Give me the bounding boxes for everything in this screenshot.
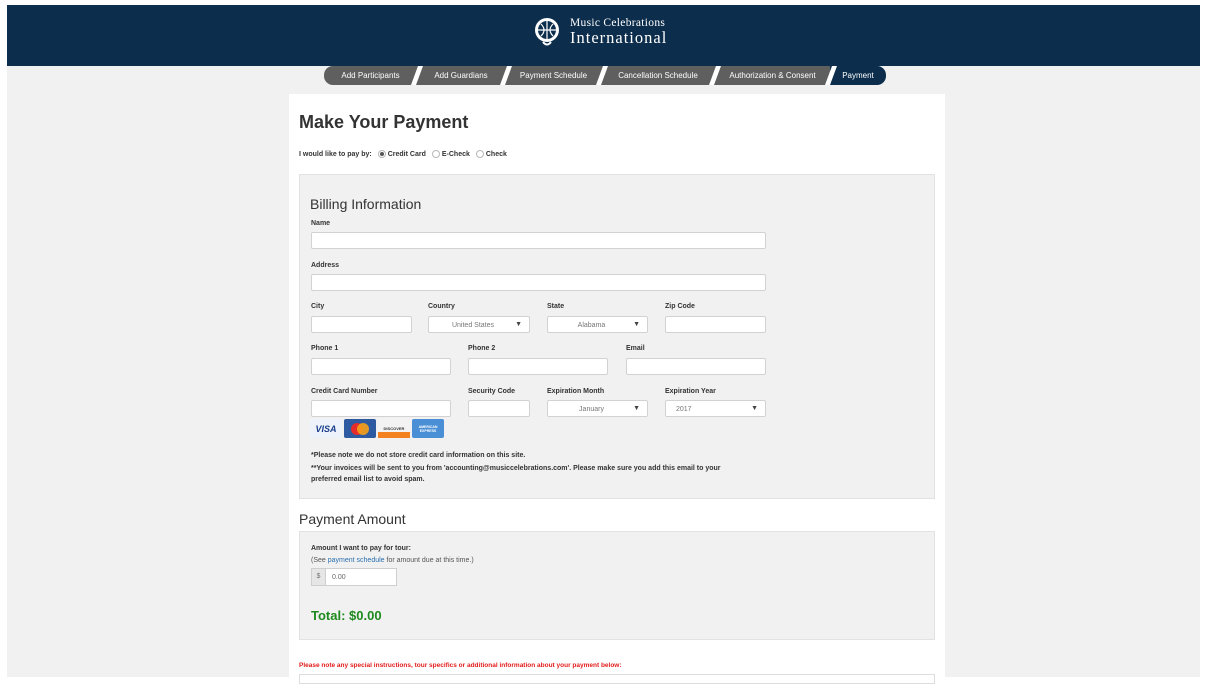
step-separator-icon: [596, 66, 608, 85]
special-instructions-label: Please note any special instructions, to…: [299, 662, 622, 669]
step-separator-icon: [411, 66, 423, 85]
city-label: City: [311, 303, 325, 310]
step-separator-icon: [825, 66, 837, 85]
payment-amount-heading: Payment Amount: [299, 511, 406, 527]
payment-method-prompt: I would like to pay by:: [299, 150, 372, 158]
payment-schedule-link[interactable]: payment schedule: [328, 557, 385, 564]
step-label: Add Guardians: [434, 71, 488, 80]
step-label: Add Participants: [341, 71, 400, 80]
discover-icon: DISCOVER: [378, 419, 410, 438]
email-label: Email: [626, 345, 645, 352]
phone2-label: Phone 2: [468, 345, 496, 352]
name-label: Name: [311, 220, 331, 227]
cc-number-input[interactable]: [311, 400, 451, 417]
dropdown-arrow-icon: ▼: [751, 405, 758, 412]
amount-hint: (See payment schedule for amount due at …: [311, 557, 474, 564]
cc-number-label: Credit Card Number: [311, 388, 378, 395]
radio-label-e-check[interactable]: E-Check: [442, 151, 470, 158]
step-label: Payment Schedule: [519, 71, 588, 80]
amount-input[interactable]: 0.00: [325, 568, 397, 586]
step-add-guardians[interactable]: Add Guardians: [416, 66, 512, 85]
exp-month-label: Expiration Month: [547, 388, 605, 395]
dropdown-arrow-icon: ▼: [633, 405, 640, 412]
invoice-note: **Your invoices will be sent to you from…: [311, 465, 721, 472]
security-code-input[interactable]: [468, 400, 530, 417]
step-payment[interactable]: Payment: [830, 66, 886, 85]
step-cancellation-schedule[interactable]: Cancellation Schedule: [601, 66, 721, 85]
step-authorization-consent[interactable]: Authorization & Consent: [714, 66, 837, 85]
payment-method-group: I would like to pay by: Credit Card E-Ch…: [299, 150, 507, 158]
address-label: Address: [311, 262, 340, 269]
hint-prefix: (See: [311, 557, 328, 564]
brand-logo[interactable]: Music Celebrations International: [530, 15, 667, 49]
progress-steps: Add Participants Add Guardians Payment S…: [324, 66, 886, 85]
exp-year-select[interactable]: 2017 ▼: [665, 400, 766, 417]
radio-check[interactable]: [475, 150, 484, 158]
special-instructions-textarea[interactable]: [299, 674, 935, 684]
state-value: Alabama: [577, 322, 606, 329]
total-amount: Total: $0.00: [311, 608, 382, 623]
security-code-label: Security Code: [468, 388, 516, 395]
dropdown-arrow-icon: ▼: [633, 321, 640, 328]
step-label: Authorization & Consent: [729, 71, 816, 80]
dropdown-arrow-icon: ▼: [515, 321, 522, 328]
country-label: Country: [428, 303, 455, 310]
zip-input[interactable]: [665, 316, 766, 333]
mastercard-icon: [344, 419, 376, 438]
step-add-participants[interactable]: Add Participants: [324, 66, 423, 85]
step-payment-schedule[interactable]: Payment Schedule: [505, 66, 608, 85]
country-select[interactable]: United States ▼: [428, 316, 530, 333]
brand-line2: International: [570, 28, 668, 47]
amount-label: Amount I want to pay for tour:: [311, 545, 411, 552]
exp-year-label: Expiration Year: [665, 388, 716, 395]
radio-label-credit-card[interactable]: Credit Card: [388, 151, 426, 158]
currency-addon: $: [311, 568, 326, 586]
amex-icon: AMERICAN EXPRESS: [412, 419, 444, 438]
step-label: Payment: [842, 71, 874, 80]
storage-note: *Please note we do not store credit card…: [311, 452, 526, 459]
radio-e-check[interactable]: [431, 150, 440, 158]
name-input[interactable]: [311, 232, 766, 249]
page-title: Make Your Payment: [299, 112, 469, 132]
step-label: Cancellation Schedule: [618, 71, 698, 80]
email-input[interactable]: [626, 358, 766, 375]
country-value: United States: [451, 322, 495, 329]
hint-suffix: for amount due at this time.): [384, 557, 474, 564]
radio-credit-card[interactable]: [377, 150, 386, 158]
brand-name: Music Celebrations International: [570, 17, 668, 47]
exp-month-select[interactable]: January ▼: [547, 400, 648, 417]
globe-clef-icon: [535, 18, 559, 46]
city-input[interactable]: [311, 316, 412, 333]
state-select[interactable]: Alabama ▼: [547, 316, 648, 333]
phone1-input[interactable]: [311, 358, 451, 375]
phone2-input[interactable]: [468, 358, 608, 375]
step-separator-icon: [709, 66, 721, 85]
card-logos: VISA DISCOVER AMERICAN EXPRESS: [310, 419, 444, 438]
step-separator-icon: [500, 66, 512, 85]
address-input[interactable]: [311, 274, 766, 291]
state-label: State: [547, 303, 565, 310]
exp-month-value: January: [579, 406, 604, 413]
visa-icon: VISA: [310, 419, 342, 438]
billing-heading: Billing Information: [310, 196, 422, 212]
zip-label: Zip Code: [665, 303, 695, 310]
invoice-note-cont: preferred email list to avoid spam.: [311, 476, 425, 483]
exp-year-value: 2017: [676, 406, 692, 413]
phone1-label: Phone 1: [311, 345, 339, 352]
radio-label-check[interactable]: Check: [486, 151, 507, 158]
